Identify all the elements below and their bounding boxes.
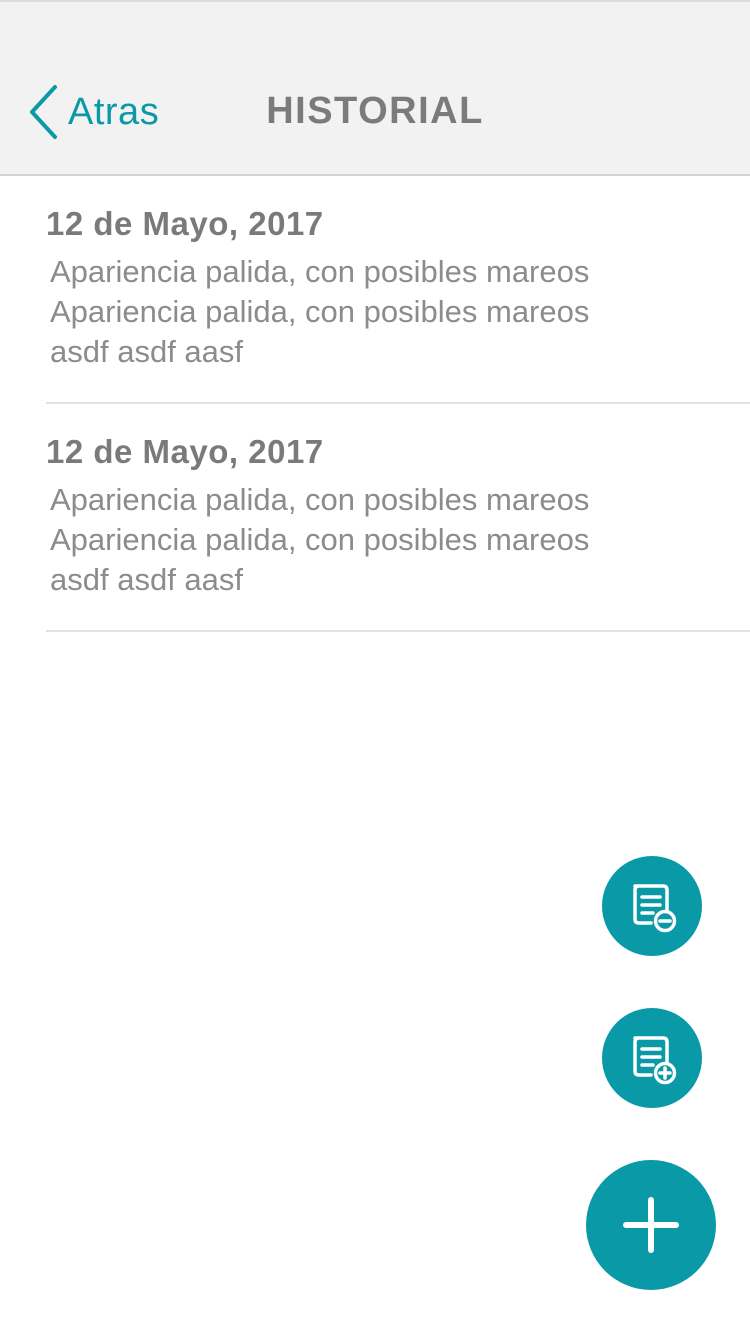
- page-title: HISTORIAL: [266, 90, 484, 132]
- add-button[interactable]: [586, 1160, 716, 1290]
- entry-description: Apariencia palida, con posibles mareos A…: [50, 482, 590, 597]
- navigation-bar: Atras HISTORIAL: [0, 0, 750, 176]
- entry-date: 12 de Mayo, 2017: [46, 205, 324, 242]
- history-list: 12 de Mayo, 2017 Apariencia palida, con …: [0, 176, 750, 632]
- add-note-button[interactable]: [602, 1008, 702, 1108]
- note-minus-icon: [633, 884, 677, 933]
- entry-description: Apariencia palida, con posibles mareos A…: [50, 254, 590, 369]
- history-screen: Atras HISTORIAL 12 de Mayo, 2017 Aparien…: [0, 0, 750, 1334]
- remove-note-button[interactable]: [602, 856, 702, 956]
- history-entry[interactable]: 12 de Mayo, 2017 Apariencia palida, con …: [46, 404, 750, 632]
- history-entry[interactable]: 12 de Mayo, 2017 Apariencia palida, con …: [46, 176, 750, 404]
- note-plus-icon: [633, 1036, 677, 1085]
- entry-date: 12 de Mayo, 2017: [46, 433, 324, 470]
- plus-icon: [623, 1197, 679, 1253]
